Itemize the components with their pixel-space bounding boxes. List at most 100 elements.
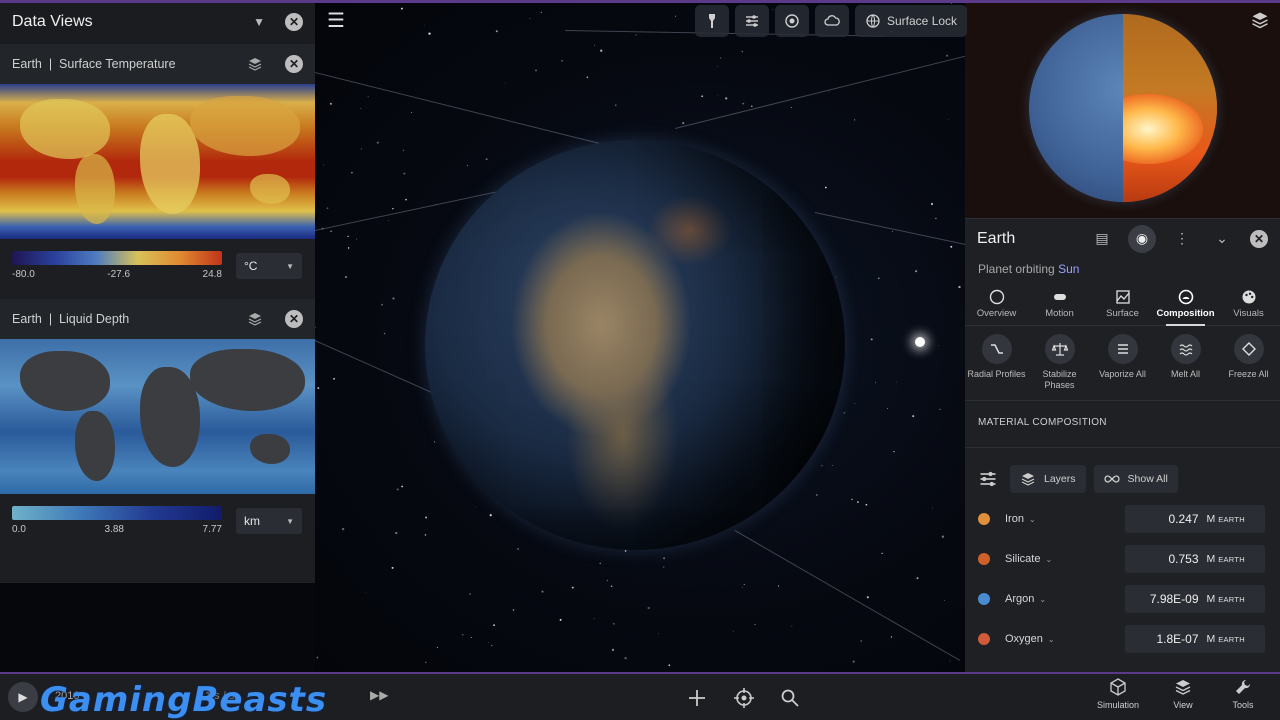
data-views-header: Data Views ▼ ✕: [0, 0, 315, 44]
menu-icon[interactable]: ☰: [325, 10, 347, 32]
liquid-depth-map[interactable]: [0, 339, 315, 494]
atmosphere-button[interactable]: [815, 5, 849, 37]
material-mass-input[interactable]: 0.247 M EARTH: [1125, 505, 1265, 533]
action-label: Vaporize All: [1099, 369, 1146, 379]
star: [815, 493, 818, 496]
material-name-dropdown[interactable]: Oxygen ⌄: [1005, 633, 1125, 645]
show-all-button[interactable]: Show All: [1093, 464, 1178, 493]
mass-value: 0.753: [1168, 552, 1199, 566]
crosshair-icon: [734, 688, 754, 708]
continent-shape: [250, 434, 290, 464]
close-icon[interactable]: ✕: [1250, 229, 1268, 248]
star: [950, 245, 953, 248]
tools-button[interactable]: Tools: [1213, 678, 1273, 720]
stabilize-phases-button[interactable]: Stabilize Phases: [1028, 334, 1091, 400]
search-button[interactable]: [776, 684, 804, 712]
target-icon: [785, 14, 799, 28]
material-name-dropdown[interactable]: Silicate ⌄: [1005, 553, 1125, 565]
star: [400, 7, 403, 10]
mass-unit: M EARTH: [1207, 593, 1245, 605]
star: [853, 119, 856, 121]
view-button[interactable]: View: [1153, 678, 1213, 720]
close-icon[interactable]: ✕: [285, 310, 303, 328]
show-all-label: Show All: [1127, 472, 1168, 485]
action-label: Radial Profiles: [967, 369, 1026, 379]
star: [851, 498, 853, 501]
flashlight-button[interactable]: [695, 5, 729, 37]
layers-icon[interactable]: [1250, 10, 1270, 30]
top-toolbar: Surface Lock: [695, 5, 968, 37]
star: [323, 164, 325, 166]
star: [466, 164, 469, 167]
star: [504, 82, 506, 84]
star: [612, 622, 615, 625]
material-mass-input[interactable]: 0.753 M EARTH: [1125, 545, 1265, 573]
unit-select[interactable]: °C ▼: [236, 253, 302, 279]
layers-button[interactable]: Layers: [1010, 464, 1086, 493]
star: [915, 270, 918, 273]
star: [777, 585, 780, 587]
freeze-all-button[interactable]: Freeze All: [1217, 334, 1280, 400]
tab-visuals[interactable]: Visuals: [1217, 282, 1280, 325]
tab-surface[interactable]: Surface: [1091, 282, 1154, 325]
gravity-button[interactable]: [775, 5, 809, 37]
more-vertical-icon[interactable]: ⋮: [1168, 225, 1196, 253]
sun-marker[interactable]: [915, 337, 925, 347]
simulation-button[interactable]: Simulation: [1088, 678, 1148, 720]
radial-profiles-button[interactable]: Radial Profiles: [965, 334, 1028, 400]
silicate-dot-icon: [978, 553, 990, 565]
melt-all-button[interactable]: Melt All: [1154, 334, 1217, 400]
star: [943, 599, 945, 601]
star: [865, 503, 868, 506]
temperature-map[interactable]: [0, 84, 315, 239]
play-button[interactable]: ▶: [8, 682, 38, 712]
panel-toggle-icon[interactable]: ▤: [1088, 225, 1116, 253]
chevron-down-icon[interactable]: ⌄: [1208, 225, 1236, 253]
star: [732, 630, 734, 632]
fast-forward-icon[interactable]: ▶▶: [370, 688, 388, 702]
focus-target-button[interactable]: [730, 684, 758, 712]
search-icon: [781, 689, 799, 707]
space-viewport[interactable]: [315, 0, 965, 672]
star: [949, 660, 951, 662]
material-name-dropdown[interactable]: Iron ⌄: [1005, 513, 1125, 525]
add-object-button[interactable]: [683, 684, 711, 712]
unit-value: km: [244, 514, 260, 528]
star: [701, 95, 704, 98]
data-view-body: Earth: [12, 312, 42, 326]
tab-motion[interactable]: Motion: [1028, 282, 1091, 325]
bottom-toolbar: ▶ 2016 1 s / s ▶▶ GamingBeasts Simulatio…: [0, 672, 1280, 720]
surface-lock-button[interactable]: Surface Lock: [855, 5, 968, 37]
material-mass-input[interactable]: 7.98E-09 M EARTH: [1125, 585, 1265, 613]
star: [890, 636, 893, 638]
tab-label: Motion: [1045, 307, 1074, 319]
tab-composition[interactable]: Composition: [1154, 282, 1217, 326]
sun-link[interactable]: Sun: [1058, 262, 1079, 276]
filters-button[interactable]: [735, 5, 769, 37]
cutaway-preview[interactable]: [965, 0, 1280, 218]
star: [402, 149, 405, 152]
data-view-separator: |: [48, 57, 53, 71]
eye-icon[interactable]: ◉: [1128, 224, 1156, 253]
material-name-dropdown[interactable]: Argon ⌄: [1005, 593, 1125, 605]
chevron-down-icon[interactable]: ▼: [253, 15, 265, 29]
scale-min: -80.0: [12, 269, 35, 280]
tab-overview[interactable]: Overview: [965, 282, 1028, 325]
earth-globe[interactable]: [425, 140, 845, 550]
layers-icon[interactable]: [247, 311, 263, 327]
composition-icon: [1178, 289, 1193, 304]
star: [488, 642, 489, 644]
material-mass-input[interactable]: 1.8E-07 M EARTH: [1125, 625, 1265, 653]
continent-shape: [190, 349, 305, 411]
layers-icon[interactable]: [247, 56, 263, 72]
core-glow: [1123, 94, 1203, 164]
close-icon[interactable]: ✕: [285, 55, 303, 73]
vaporize-all-button[interactable]: Vaporize All: [1091, 334, 1154, 400]
data-view-title: Earth | Surface Temperature: [12, 57, 247, 71]
close-icon[interactable]: ✕: [285, 13, 303, 31]
star: [376, 141, 379, 144]
unit-select[interactable]: km ▼: [236, 508, 302, 534]
star: [383, 332, 386, 335]
star: [387, 220, 389, 221]
sliders-icon[interactable]: [978, 469, 998, 489]
